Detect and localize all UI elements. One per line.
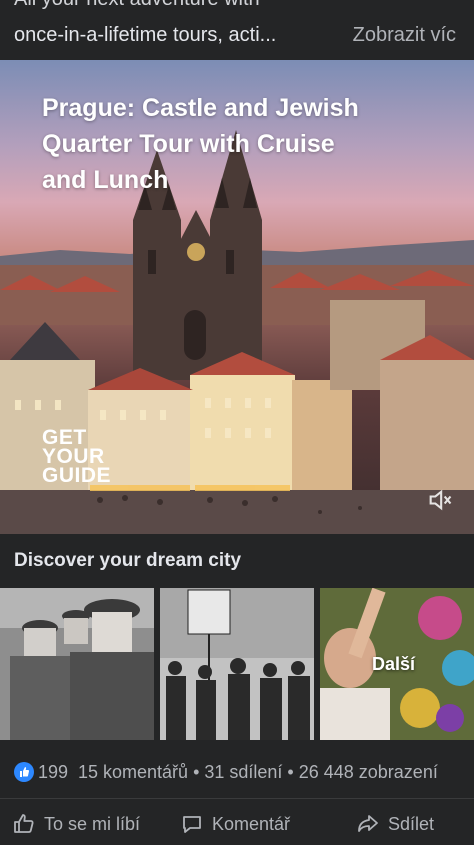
like-button-label: To se mi líbí xyxy=(44,813,141,834)
historical-photo-officers xyxy=(0,588,154,740)
like-count[interactable]: 199 xyxy=(38,762,68,783)
getyourguide-logo: GET YOUR GUIDE xyxy=(42,426,112,487)
discover-title: Discover your dream city xyxy=(14,550,242,571)
post-stats: 199 15 komentářů • 31 sdílení • 26 448 z… xyxy=(0,746,474,798)
share-arrow-icon xyxy=(358,815,378,832)
comment-button-label: Komentář xyxy=(212,813,291,834)
discover-section: Discover your dream city Další xyxy=(0,534,474,746)
like-reaction-icon xyxy=(14,762,34,782)
video-title: Prague: Castle and Jewish Quarter Tour w… xyxy=(42,94,359,194)
historical-photo-protest xyxy=(160,588,314,740)
caption-partial-line: All your next adventure with xyxy=(14,0,260,11)
carousel-thumbnail[interactable]: Další xyxy=(320,588,474,740)
see-more-link[interactable]: Zobrazit víc xyxy=(353,24,456,47)
post-actions: To se mi líbí Komentář Sdílet xyxy=(0,798,474,845)
post-caption: All your next adventure with once-in-a-l… xyxy=(0,0,474,60)
caption-text: once-in-a-lifetime tours, acti... xyxy=(14,24,277,46)
engagement-details[interactable]: 15 komentářů • 31 sdílení • 26 448 zobra… xyxy=(78,762,438,783)
comment-bubble-icon xyxy=(183,816,201,833)
share-button[interactable]: Sdílet xyxy=(356,811,434,837)
comment-button[interactable]: Komentář xyxy=(180,811,290,837)
next-carousel-label[interactable]: Další xyxy=(372,654,415,675)
carousel-thumbnail[interactable] xyxy=(160,588,314,740)
speaker-muted-icon[interactable] xyxy=(426,486,454,514)
thumbs-up-icon xyxy=(14,814,34,833)
promo-video[interactable]: Prague: Castle and Jewish Quarter Tour w… xyxy=(0,60,474,534)
carousel-thumbnail[interactable] xyxy=(0,588,154,740)
share-button-label: Sdílet xyxy=(388,813,435,834)
like-button[interactable]: To se mi líbí xyxy=(12,811,140,837)
